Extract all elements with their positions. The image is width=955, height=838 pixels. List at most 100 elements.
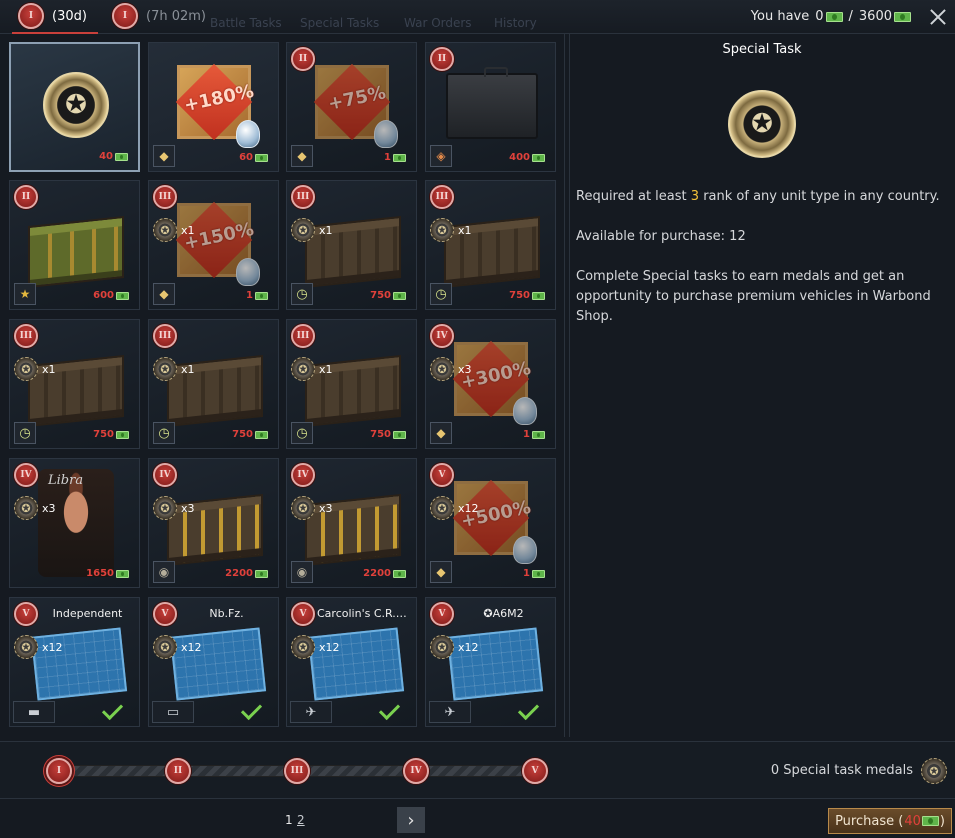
lightbulb-icon	[236, 258, 260, 286]
warbond-balance: You have 0 / 3600	[751, 9, 911, 24]
rank-badge-icon: IV	[430, 324, 454, 348]
purchase-label: Purchase (	[835, 813, 904, 829]
item-price: 750	[232, 429, 268, 440]
rank-marker-1[interactable]: I	[46, 758, 72, 784]
vehicle-type-icon: ▭	[152, 701, 194, 723]
ghost-tab-battle: Battle Tasks	[210, 16, 282, 30]
req-suffix: rank of any unit type in any country.	[703, 189, 940, 204]
shop-item[interactable]: III ✪ x1 ◷ 750	[286, 180, 417, 310]
tab-current-period[interactable]: I (30d)	[12, 3, 98, 34]
shop-item[interactable]: +500% V ✪ x12 ◆ 1	[425, 458, 556, 588]
shop-item[interactable]: IV ✪ x3 ◉ 2200	[286, 458, 417, 588]
medal-icon: ✪	[430, 496, 454, 520]
multiplier-value: x3	[319, 501, 333, 515]
special-task-medal-icon: ✪	[728, 90, 796, 158]
rank-badge-icon: II	[291, 47, 315, 71]
warbond-icon	[532, 430, 545, 439]
medal-icon: ✪	[14, 496, 38, 520]
rank-badge-icon: V	[291, 602, 315, 626]
rank-marker-2[interactable]: II	[165, 758, 191, 784]
rank-badge-icon: III	[153, 324, 177, 348]
price-value: 1650	[86, 568, 114, 579]
price-value: 2200	[363, 568, 391, 579]
multiplier-value: x1	[319, 223, 333, 237]
shop-item[interactable]: II ★ 600	[9, 180, 140, 310]
rank-badge-icon: III	[291, 324, 315, 348]
warbond-icon	[825, 11, 843, 22]
item-price: 750	[370, 429, 406, 440]
shop-item[interactable]: +150% III ✪ x1 ◆ 1	[148, 180, 279, 310]
shop-item[interactable]: Libra IV ✪ x3 1650	[9, 458, 140, 588]
medal-icon: ✪	[153, 357, 177, 381]
medal-multiplier: ✪ x3	[153, 496, 195, 520]
rank-badge-icon: II	[14, 185, 38, 209]
warbond-icon	[116, 430, 129, 439]
shop-item[interactable]: III ✪ x1 ◷ 750	[286, 319, 417, 449]
multiplier-value: x3	[42, 501, 56, 515]
vehicle-name: Independent	[52, 607, 123, 620]
item-price: 1	[523, 568, 545, 579]
clock-icon: ◷	[153, 422, 175, 444]
item-price: 2200	[363, 568, 406, 579]
medal-multiplier: ✪ x1	[291, 218, 333, 242]
warbond-icon	[393, 569, 406, 578]
balance-value: 0	[815, 9, 824, 24]
shop-item[interactable]: +300% IV ✪ x3 ◆ 1	[425, 319, 556, 449]
price-value: 750	[370, 290, 391, 301]
decal-pinup-image: Libra	[38, 469, 114, 577]
checkmark-icon	[519, 704, 543, 718]
shop-item[interactable]: ✪ 40	[9, 42, 140, 172]
shop-item[interactable]: +75% II ◆ 1	[286, 42, 417, 172]
rank-marker-5[interactable]: V	[522, 758, 548, 784]
shop-item[interactable]: III ✪ x1 ◷ 750	[9, 319, 140, 449]
warbond-icon	[255, 291, 268, 300]
next-page-button[interactable]: ›	[397, 807, 425, 833]
rank-badge-icon: II	[430, 47, 454, 71]
price-value: 2200	[225, 568, 253, 579]
warbond-shop-grid: ✪ 40 +180% ◆ 60 +75% II ◆ 1 II ◈ 400 II ★ 600 +150% III ✪…	[0, 34, 565, 737]
multiplier-value: x1	[42, 362, 56, 376]
vehicle-type-icon: ✈	[429, 701, 471, 723]
shop-item[interactable]: IV ✪ x3 ◉ 2200	[148, 458, 279, 588]
shop-item[interactable]: V Independent ✪ x12 ▬	[9, 597, 140, 727]
shop-item[interactable]: V Nb.Fz. ✪ x12 ▭	[148, 597, 279, 727]
checkmark-icon	[242, 704, 266, 718]
close-button[interactable]	[927, 6, 949, 28]
warbond-icon	[532, 153, 545, 162]
description-text: Complete Special tasks to earn medals an…	[576, 269, 931, 324]
price-value: 750	[93, 429, 114, 440]
warbond-icon	[393, 291, 406, 300]
tab-next-period[interactable]: I (7h 02m)	[110, 3, 210, 31]
medal-icon: ✪	[291, 496, 315, 520]
medal-icon: ✪	[430, 635, 454, 659]
lightbulb-icon	[513, 397, 537, 425]
clock-icon: ◷	[291, 283, 313, 305]
item-price: 1	[246, 290, 268, 301]
page-1[interactable]: 1	[285, 813, 293, 827]
rank-marker-4[interactable]: IV	[403, 758, 429, 784]
shop-item[interactable]: III ✪ x1 ◷ 750	[425, 180, 556, 310]
warbond-icon	[115, 152, 128, 161]
shop-item[interactable]: II ◈ 400	[425, 42, 556, 172]
purchase-button[interactable]: Purchase ( 40 )	[828, 808, 952, 834]
multiplier-value: x3	[181, 501, 195, 515]
shop-item[interactable]: +180% ◆ 60	[148, 42, 279, 172]
rank-marker-3[interactable]: III	[284, 758, 310, 784]
timer-label: (30d)	[52, 9, 87, 24]
clock-icon: ◷	[291, 422, 313, 444]
item-price: 400	[509, 152, 545, 163]
vehicle-name: ✪A6M2	[483, 607, 524, 620]
req-value: 3	[690, 189, 700, 204]
warbond-icon	[894, 11, 911, 22]
warbond-icon	[393, 430, 406, 439]
booster-card-icon: +75%	[313, 63, 398, 148]
shop-item[interactable]: III ✪ x1 ◷ 750	[148, 319, 279, 449]
multiplier-value: x1	[181, 362, 195, 376]
rank-progress-bar: I II III IV V 0 Special task medals ✪	[0, 741, 955, 799]
medal-multiplier: ✪ x12	[153, 635, 202, 659]
medal-icon: ✪	[153, 218, 177, 242]
shop-item[interactable]: V ✪A6M2 ✪ x12 ✈	[425, 597, 556, 727]
price-value: 40	[99, 151, 113, 162]
page-2[interactable]: 2	[297, 813, 305, 827]
shop-item[interactable]: VCarcolin's C.R.42 C... ✪ x12 ✈	[286, 597, 417, 727]
